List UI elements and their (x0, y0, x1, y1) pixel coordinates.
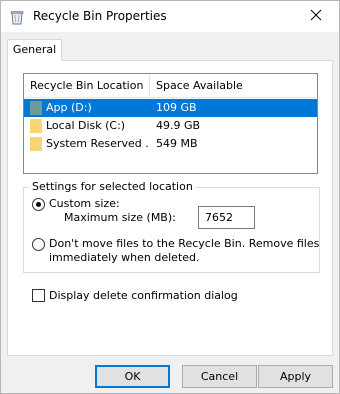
custom-size-radio[interactable] (32, 198, 45, 211)
list-item[interactable]: App (D:) 109 GB (24, 99, 317, 117)
column-header-space[interactable]: Space Available (150, 74, 317, 98)
drive-icon (30, 137, 42, 151)
recycle-bin-icon (9, 9, 25, 25)
tab-general[interactable]: General (7, 39, 62, 61)
column-header-location[interactable]: Recycle Bin Location (24, 74, 150, 98)
location-cell: System Reserved ... (46, 137, 148, 150)
properties-window: Recycle Bin Properties General Recycle B… (0, 0, 340, 394)
list-item[interactable]: Local Disk (C:) 49.9 GB (24, 117, 317, 135)
drive-icon (30, 101, 42, 115)
radio-selected-dot (36, 202, 41, 207)
ok-button[interactable]: OK (95, 365, 170, 388)
close-button[interactable] (293, 1, 339, 32)
cancel-button[interactable]: Cancel (182, 365, 257, 388)
space-cell: 109 GB (156, 101, 197, 114)
dont-move-label-line1[interactable]: Don't move files to the Recycle Bin. Rem… (49, 237, 319, 251)
custom-size-label[interactable]: Custom size: (49, 197, 120, 211)
max-size-input[interactable] (198, 206, 255, 229)
location-list[interactable]: Recycle Bin Location Space Available App… (23, 73, 318, 174)
location-cell: Local Disk (C:) (46, 119, 126, 132)
drive-icon (30, 119, 42, 133)
location-cell: App (D:) (46, 101, 92, 114)
max-size-label: Maximum size (MB): (64, 211, 176, 224)
dont-move-radio[interactable] (32, 238, 45, 251)
dont-move-label-line2[interactable]: immediately when deleted. (49, 251, 200, 265)
confirm-dialog-label[interactable]: Display delete confirmation dialog (49, 289, 238, 303)
window-title: Recycle Bin Properties (33, 9, 167, 23)
space-cell: 49.9 GB (156, 119, 201, 132)
settings-legend: Settings for selected location (29, 180, 196, 194)
list-item[interactable]: System Reserved ... 549 MB (24, 135, 317, 153)
title-bar: Recycle Bin Properties (1, 1, 339, 32)
space-cell: 549 MB (156, 137, 198, 150)
close-icon (310, 9, 322, 24)
confirm-dialog-checkbox[interactable] (32, 289, 45, 302)
apply-button[interactable]: Apply (258, 365, 333, 388)
list-header: Recycle Bin Location Space Available (24, 74, 317, 98)
